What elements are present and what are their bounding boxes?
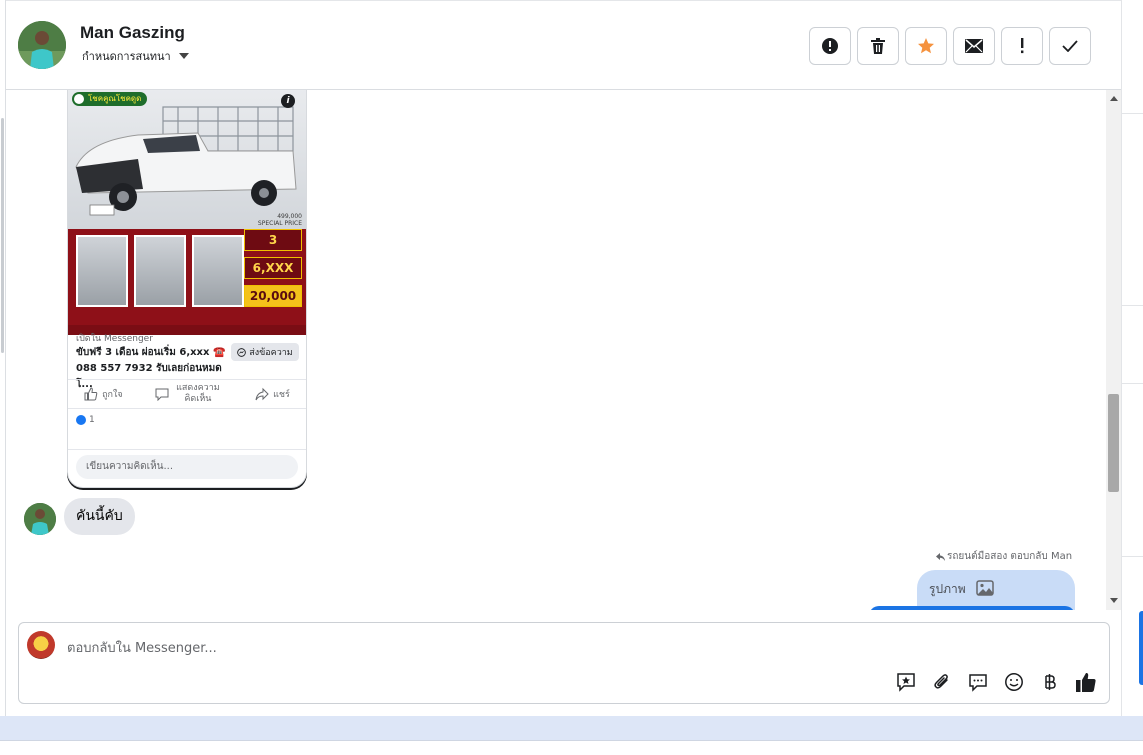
caret-down-icon — [178, 53, 189, 59]
saved-reply-button[interactable] — [895, 671, 917, 693]
mark-unread-button[interactable] — [953, 27, 995, 65]
emoji-button[interactable] — [1003, 671, 1025, 693]
follow-up-button[interactable] — [1001, 27, 1043, 65]
ad-comment-input[interactable]: เขียนความคิดเห็น... — [76, 455, 298, 479]
paperclip-icon — [934, 674, 948, 689]
thumbs-up-outline-icon — [84, 387, 98, 401]
mark-done-button[interactable] — [1049, 27, 1091, 65]
bottom-strip — [0, 716, 1143, 755]
left-scrollbar[interactable] — [1, 118, 4, 353]
reply-arrow-icon — [936, 552, 945, 561]
sender-avatar[interactable] — [24, 503, 56, 535]
scroll-up-arrow-icon[interactable] — [1110, 96, 1118, 101]
send-like-button[interactable] — [1075, 671, 1097, 693]
assign-conversation-dropdown[interactable]: กำหนดการสนทนา — [82, 47, 189, 65]
ad-brand-badge: โชคคูณโชคดูด — [72, 92, 148, 106]
checkmark-icon — [1062, 40, 1078, 52]
page-avatar — [27, 631, 55, 659]
quick-reply-button[interactable] — [967, 671, 989, 693]
ad-comment-action[interactable]: แสดงความคิดเห็น — [155, 383, 223, 405]
scroll-thumb[interactable] — [1108, 394, 1119, 492]
ad-vehicle-photo — [68, 90, 306, 229]
trash-icon — [871, 38, 885, 54]
star-button[interactable] — [905, 27, 947, 65]
reply-meta: รถยนต์มือสอง ตอบกลับ Man — [936, 549, 1072, 564]
conversation-toolbar — [809, 27, 1091, 65]
image-icon — [975, 580, 994, 596]
outgoing-message-bubble[interactable]: รูปภาพ — [917, 570, 1075, 610]
mark-spam-button[interactable] — [809, 27, 851, 65]
right-panel-tab[interactable] — [1139, 611, 1143, 685]
emoji-icon — [1005, 673, 1023, 691]
composer-toolbar — [895, 671, 1097, 693]
ad-thumb-2 — [134, 235, 186, 307]
reply-input[interactable]: ตอบกลับใน Messenger... — [67, 637, 217, 658]
right-panel-edge — [1121, 0, 1143, 716]
baht-icon — [1045, 674, 1056, 690]
like-reaction-icon — [76, 415, 86, 425]
shared-ad-card[interactable]: โชคคูณโชคดูด i 499,000 SPECIAL PRICE 3 6… — [67, 90, 307, 488]
ad-thumb-3 — [192, 235, 244, 307]
ad-share-action[interactable]: แชร์ — [255, 387, 290, 401]
chat-bubble-icon — [969, 674, 987, 692]
ad-price: 499,000 — [277, 213, 302, 220]
attach-file-button[interactable] — [931, 671, 953, 693]
reply-composer[interactable]: ตอบกลับใน Messenger... — [18, 622, 1110, 704]
incoming-message-bubble[interactable]: คันนี้คับ — [64, 498, 135, 535]
ad-offer-box-2: 6,XXX — [244, 257, 302, 279]
alert-circle-icon — [822, 38, 838, 54]
contact-avatar[interactable] — [18, 21, 66, 69]
thumbs-up-icon — [1076, 672, 1096, 692]
ad-offer-box-3: 20,000 — [244, 285, 302, 307]
star-icon — [918, 38, 934, 54]
scroll-down-arrow-icon[interactable] — [1110, 598, 1118, 603]
envelope-icon — [965, 39, 983, 53]
assign-label: กำหนดการสนทนา — [82, 50, 171, 63]
saved-reply-icon — [897, 673, 915, 692]
comment-outline-icon — [155, 388, 169, 401]
ad-offer-box-1: 3 — [244, 229, 302, 251]
ad-opened-in-label: เปิดใน Messenger — [76, 334, 153, 344]
delete-button[interactable] — [857, 27, 899, 65]
conversation-header: Man Gaszing กำหนดการสนทนา — [6, 0, 1121, 90]
ad-info-icon[interactable]: i — [281, 94, 295, 108]
thread-scrollbar[interactable] — [1106, 90, 1121, 610]
contact-name[interactable]: Man Gaszing — [80, 23, 185, 43]
exclamation-icon — [1021, 38, 1024, 54]
ad-special-price: SPECIAL PRICE — [257, 220, 302, 227]
ad-action-bar: ถูกใจ แสดงความคิดเห็น แชร์ — [68, 379, 306, 409]
messenger-icon — [237, 347, 247, 357]
share-arrow-icon — [255, 387, 269, 401]
ad-thumb-1 — [76, 235, 128, 307]
outgoing-message-bubble-2[interactable] — [869, 606, 1075, 610]
ad-like-action[interactable]: ถูกใจ — [84, 387, 123, 401]
ad-like-count[interactable]: 1 — [76, 415, 95, 425]
ad-image[interactable]: โชคคูณโชคดูด i 499,000 SPECIAL PRICE 3 6… — [68, 90, 306, 335]
message-thread[interactable]: โชคคูณโชคดูด i 499,000 SPECIAL PRICE 3 6… — [6, 90, 1121, 610]
ad-send-message-button[interactable]: ส่งข้อความ — [231, 343, 299, 361]
inbox-page: Man Gaszing กำหนดการสนทนา โชคคูณโชคดูด i… — [0, 0, 1143, 755]
payment-button[interactable] — [1039, 671, 1061, 693]
